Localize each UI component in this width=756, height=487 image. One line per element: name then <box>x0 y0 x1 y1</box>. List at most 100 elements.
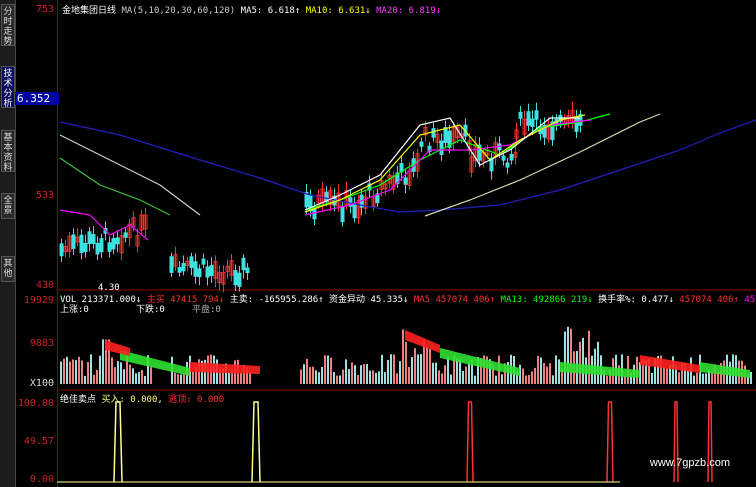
ma10-readout: MA10: 6.631↓ <box>305 6 371 16</box>
candle-body <box>501 155 506 161</box>
volume-bar <box>249 371 251 384</box>
main-sell-value: -165955.286↑ <box>258 295 324 305</box>
candle-body <box>509 153 514 161</box>
buy-readout: 买入: 0.000, <box>101 395 163 405</box>
volume-bar <box>693 375 695 384</box>
volume-bar <box>120 362 122 384</box>
volume-bar <box>309 367 311 384</box>
volume-bar <box>495 375 497 384</box>
volume-bar <box>90 354 92 384</box>
volume-bar <box>96 369 98 384</box>
volume-bar <box>369 370 371 384</box>
volume-bar <box>393 354 395 384</box>
volume-bar <box>534 367 536 384</box>
volume-bar <box>300 369 302 384</box>
volume-bar <box>390 354 392 384</box>
volume-bar <box>444 365 446 384</box>
volume-bar <box>150 367 152 384</box>
volume-bar <box>567 326 569 384</box>
volume-bar <box>411 357 413 384</box>
volume-bar <box>549 363 551 384</box>
volume-bar <box>687 370 689 384</box>
volume-bar <box>438 370 440 384</box>
indicator-name[interactable]: 绝佳卖点 <box>60 395 96 405</box>
volume-bar <box>399 361 401 384</box>
candle-body <box>209 265 214 277</box>
volume-bar <box>78 356 80 384</box>
volume-bar <box>75 360 77 384</box>
volume-bar <box>555 355 557 384</box>
volume-bar <box>441 373 443 384</box>
volume-bar <box>429 348 431 384</box>
volume-bar <box>582 337 584 384</box>
candle-body <box>91 234 96 244</box>
volume-bar <box>228 372 230 384</box>
ma-params[interactable]: MA(5,10,20,30,60,120) <box>121 6 235 16</box>
volume-bar <box>342 369 344 384</box>
volume-bar <box>318 372 320 384</box>
candle-body <box>201 258 206 265</box>
candle-body <box>340 205 345 223</box>
candle-body <box>59 243 64 257</box>
volume-bar <box>357 374 359 384</box>
candle-body <box>431 128 436 138</box>
volume-bar <box>303 364 305 384</box>
candle-body <box>169 256 174 273</box>
turnover-readout: 换手率%: 0.477↓ <box>598 295 674 305</box>
volume-bar <box>558 359 560 384</box>
volume-bar <box>69 361 71 384</box>
volume-bar <box>315 370 317 384</box>
volume-bar <box>144 375 146 384</box>
volume-bar <box>60 361 62 384</box>
volume-bar <box>384 372 386 384</box>
candle-body <box>189 256 194 269</box>
buy-signal-spike-1 <box>113 401 123 483</box>
price-header: 金地集团日线 MA(5,10,20,30,60,120) MA5: 6.618↑… <box>62 3 441 16</box>
volume-bar <box>327 355 329 384</box>
volume-bar <box>450 374 452 384</box>
volume-bar <box>102 339 104 384</box>
volume-bar <box>552 375 554 384</box>
down-count: 下跌:0 <box>136 305 165 315</box>
volume-bar <box>366 364 368 384</box>
volume-bar <box>522 368 524 384</box>
volume-bar <box>402 329 404 384</box>
volume-bar <box>711 371 713 384</box>
volume-bar <box>378 371 380 384</box>
candle-body <box>241 257 246 271</box>
main-sell-label: 主卖: <box>229 295 254 305</box>
volume-bar <box>123 369 125 384</box>
volume-bar <box>360 365 362 384</box>
volume-bar <box>579 341 581 384</box>
volume-bar <box>414 348 416 384</box>
candle-body <box>505 162 510 168</box>
buy-signal-spike-2 <box>251 401 261 483</box>
fund-value: 45.335↓ <box>370 295 409 305</box>
volume-bar <box>192 371 194 384</box>
fund-label: 资金异动 <box>329 295 366 305</box>
vol-ma5-readout: MA5 457074 406↑ <box>413 295 496 305</box>
candle-body <box>534 110 539 120</box>
volume-bar <box>432 362 434 384</box>
volume-bar <box>543 362 545 384</box>
volume-bar <box>387 360 389 384</box>
volume-bar <box>330 357 332 384</box>
volume-bar <box>372 370 374 384</box>
volume-bar <box>336 375 338 384</box>
volume-bar <box>468 362 470 384</box>
volume-bar <box>606 375 608 384</box>
sell-signal-spike-1 <box>466 401 474 483</box>
candle-body <box>530 118 535 128</box>
stock-name[interactable]: 金地集团日线 <box>62 6 116 16</box>
volume-bar <box>663 367 665 384</box>
up-count: 上涨:0 <box>60 305 89 315</box>
kline-chart[interactable] <box>0 0 756 487</box>
volume-bar <box>597 341 599 384</box>
candle-body <box>83 242 88 252</box>
volume-bar <box>354 365 356 384</box>
volume-bar <box>381 354 383 384</box>
volume-bar <box>537 356 539 384</box>
volume-bar <box>465 366 467 384</box>
candle-body <box>233 270 238 286</box>
volume-bar <box>375 372 377 384</box>
